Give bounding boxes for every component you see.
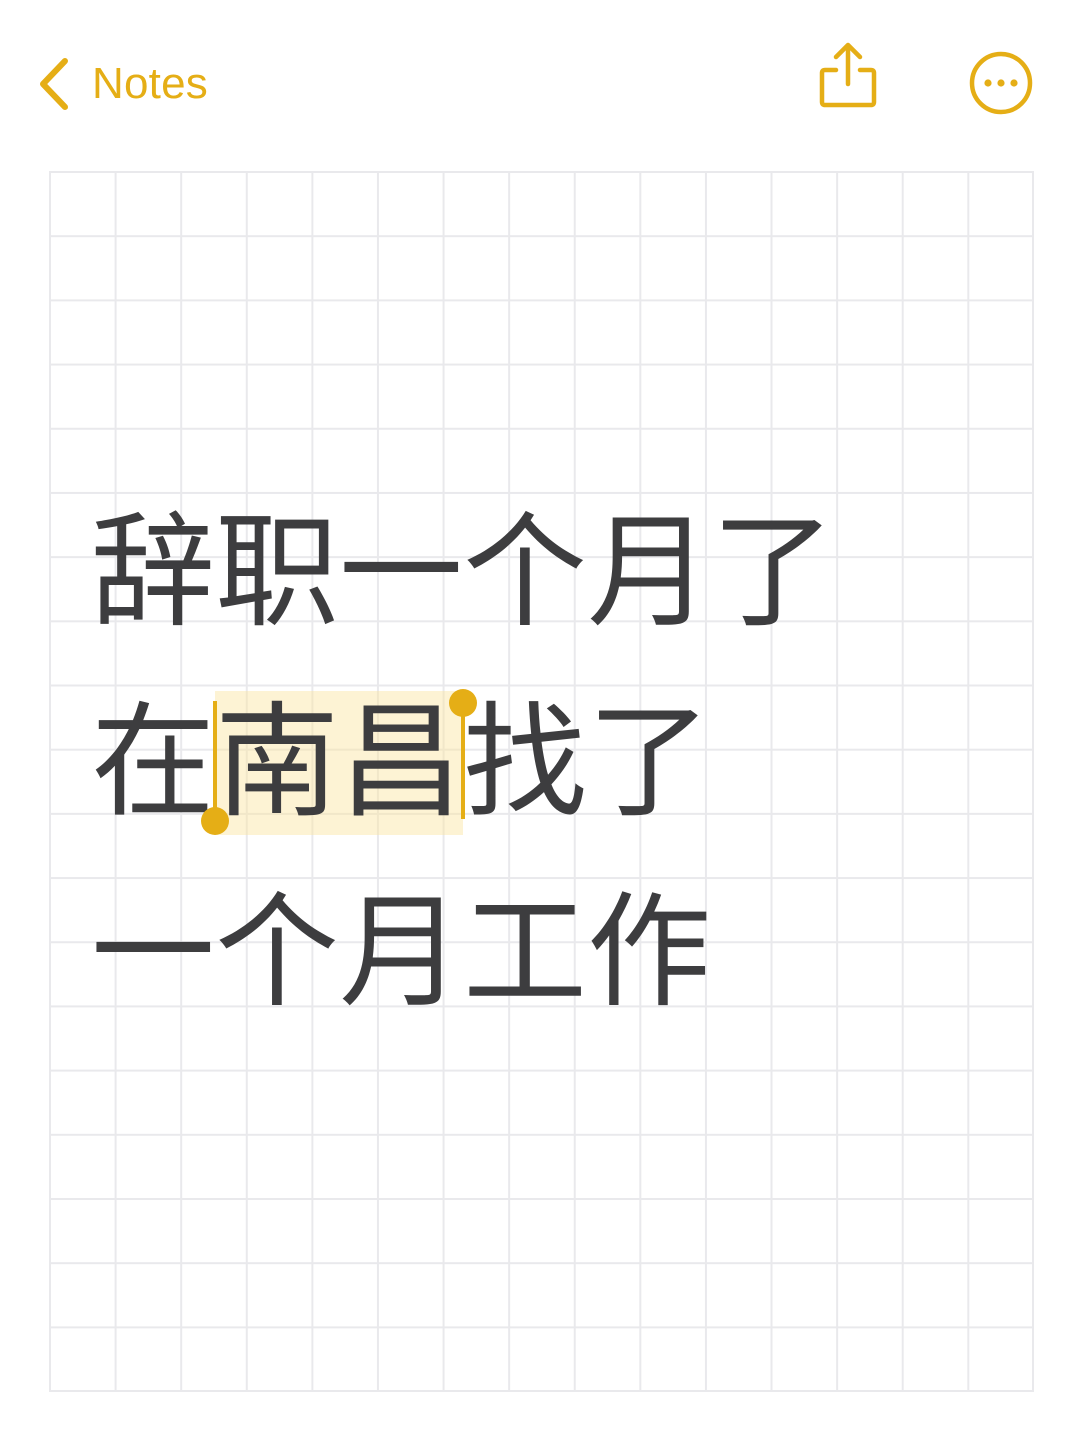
note-text-before-selection: 在 xyxy=(91,691,216,835)
text-selection[interactable]: 南昌 xyxy=(201,689,478,835)
chevron-left-icon xyxy=(36,56,72,112)
back-button[interactable]: Notes xyxy=(36,48,208,120)
note-body[interactable]: 辞职一个月了 在南昌 找了 一个月工作 xyxy=(91,478,835,1048)
note-line-1: 辞职一个月了 xyxy=(91,501,836,645)
note-line-3: 一个月工作 xyxy=(91,881,712,1025)
selection-end-knob[interactable] xyxy=(449,689,478,717)
navigation-bar: Notes xyxy=(0,0,1080,165)
share-button[interactable] xyxy=(812,38,884,116)
more-button[interactable] xyxy=(968,50,1034,116)
back-label: Notes xyxy=(92,59,208,108)
ellipsis-circle-icon xyxy=(968,51,1034,120)
note-line-2: 在南昌 找了 xyxy=(91,668,835,858)
share-icon xyxy=(812,42,884,120)
selected-text: 南昌 xyxy=(215,691,464,835)
note-text-after-selection: 找了 xyxy=(463,691,712,835)
selection-end-handle[interactable] xyxy=(461,701,466,819)
selection-start-handle[interactable] xyxy=(213,701,218,819)
selection-start-knob[interactable] xyxy=(201,807,230,835)
